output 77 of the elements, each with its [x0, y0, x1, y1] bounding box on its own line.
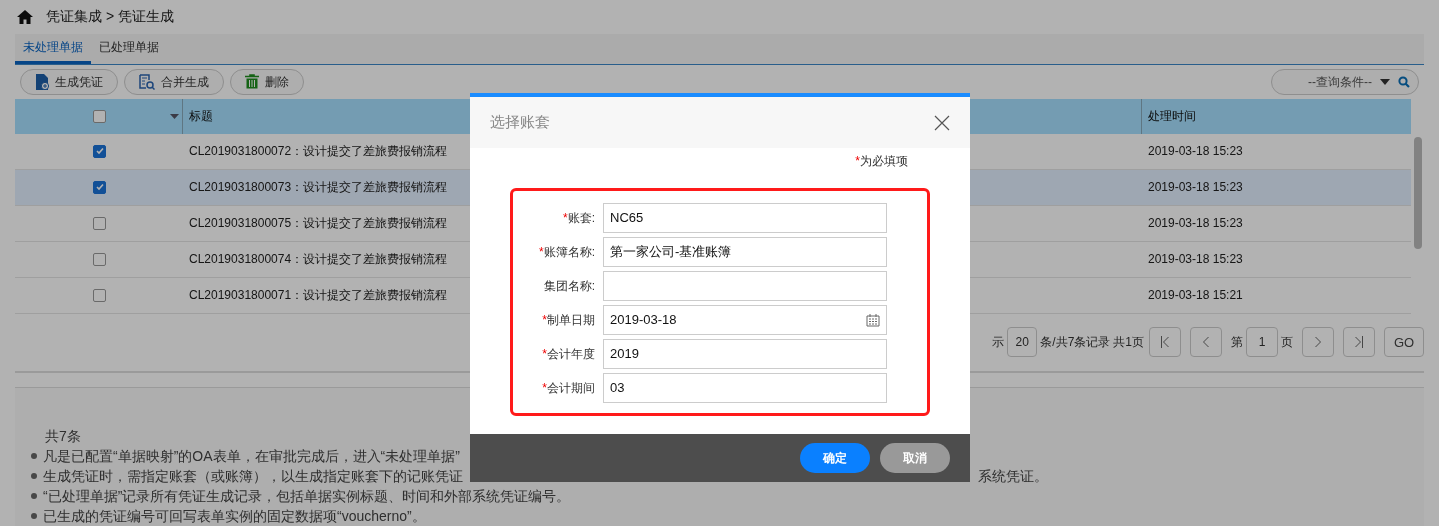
- toolbar-button[interactable]: 合并生成: [124, 68, 224, 95]
- document-plus-icon: [35, 73, 49, 90]
- table-cell-text: 2019-03-18 15:23: [1147, 179, 1244, 197]
- field-label: *账套:: [562, 210, 596, 227]
- input-field[interactable]: 2019: [603, 339, 887, 369]
- column-header: 处理时间: [1147, 108, 1197, 126]
- input-field[interactable]: NC65: [603, 203, 887, 233]
- caret-icon: [1380, 78, 1390, 85]
- required-note: *为必填项: [855, 153, 908, 170]
- sort-caret-icon[interactable]: [170, 113, 179, 119]
- row-checkbox[interactable]: [93, 144, 106, 158]
- field-label: *会计年度: [541, 346, 596, 363]
- tab[interactable]: 未处理单据: [15, 32, 91, 64]
- row-checkbox[interactable]: [93, 216, 106, 230]
- page-prefix: 第: [1231, 334, 1243, 352]
- previous-page-button[interactable]: [1190, 327, 1222, 358]
- page-count: 共1页: [1113, 334, 1144, 352]
- field-label: *账簿名称:: [538, 244, 596, 261]
- table-cell-text: CL2019031800074：设计提交了差旅费报销流程: [189, 251, 448, 269]
- last-page-icon: [1354, 336, 1364, 349]
- field-label: *会计期间: [541, 380, 596, 397]
- field-label: *制单日期: [541, 312, 596, 329]
- page-suffix: 页: [1281, 334, 1293, 352]
- input-field[interactable]: [603, 271, 887, 301]
- table-cell-text: CL2019031800071：设计提交了差旅费报销流程: [189, 287, 448, 305]
- table-cell-text: 2019-03-18 15:23: [1147, 143, 1244, 161]
- confirm-button[interactable]: 确定: [800, 443, 870, 473]
- table-cell-text: 2019-03-18 15:21: [1147, 287, 1244, 305]
- close-icon[interactable]: [934, 114, 950, 131]
- toolbar-button[interactable]: 生成凭证: [20, 68, 118, 95]
- calendar-icon[interactable]: [866, 313, 880, 327]
- bullet-icon: [31, 453, 37, 459]
- search-icon[interactable]: [1398, 75, 1410, 88]
- table-cell-text: CL2019031800072：设计提交了差旅费报销流程: [189, 143, 448, 161]
- note-text: 已生成的凭证编号可回写表单实例的固定数据项“voucherno”。: [43, 507, 426, 526]
- query-select[interactable]: --查询条件--: [1271, 68, 1419, 95]
- document-search-icon: [139, 73, 155, 90]
- record-count: 共7条: [45, 427, 82, 446]
- note-text: 凡是已配置“单据映射”的OA表单，在审批完成后，进入“未处理单据”: [43, 447, 460, 466]
- input-field[interactable]: 第一家公司-基准账簿: [603, 237, 887, 267]
- table-cell-text: 2019-03-18 15:23: [1147, 251, 1244, 269]
- go-button[interactable]: GO: [1384, 327, 1424, 358]
- row-checkbox[interactable]: [93, 288, 106, 302]
- record-summary: 条/共7条记录: [1040, 334, 1111, 352]
- field-label: 集团名称:: [542, 278, 596, 295]
- bullet-icon: [31, 493, 37, 499]
- tab[interactable]: 已处理单据: [91, 32, 167, 64]
- note-text: “已处理单据”记录所有凭证生成记录，包括单据实例标题、时间和外部系统凭证编号。: [43, 487, 571, 506]
- chevron-left-icon: [1202, 336, 1210, 349]
- date-field[interactable]: 2019-03-18: [603, 305, 887, 335]
- row-checkbox[interactable]: [93, 252, 106, 266]
- select-all-checkbox[interactable]: [93, 109, 106, 123]
- input-field[interactable]: 03: [603, 373, 887, 403]
- table-cell-text: 2019-03-18 15:23: [1147, 215, 1244, 233]
- page-size-field[interactable]: 20: [1007, 327, 1038, 358]
- next-page-button[interactable]: [1302, 327, 1334, 358]
- dialog-title: 选择账套: [490, 112, 550, 133]
- first-page-icon: [1160, 336, 1170, 349]
- check-icon: [94, 146, 105, 157]
- home-icon[interactable]: [16, 8, 34, 25]
- bullet-icon: [31, 473, 37, 479]
- check-icon: [94, 182, 105, 193]
- table-cell-text: CL2019031800073：设计提交了差旅费报销流程: [189, 179, 448, 197]
- toolbar-button[interactable]: 删除: [230, 68, 304, 95]
- scrollbar-thumb[interactable]: [1414, 136, 1422, 249]
- first-page-button[interactable]: [1149, 327, 1181, 358]
- chevron-right-icon: [1314, 336, 1322, 349]
- table-cell-text: CL2019031800075：设计提交了差旅费报销流程: [189, 215, 448, 233]
- bullet-icon: [31, 513, 37, 519]
- page-size-label: 示: [992, 334, 1005, 352]
- row-checkbox[interactable]: [93, 180, 106, 194]
- note-text: 生成凭证时，需指定账套（或账簿），以生成指定账套下的记账凭证: [43, 467, 463, 486]
- trash-icon: [245, 74, 259, 90]
- page-number-field[interactable]: 1: [1246, 327, 1278, 358]
- last-page-button[interactable]: [1343, 327, 1375, 358]
- note-text: 系统凭证。: [978, 467, 1048, 486]
- breadcrumb: 凭证集成 > 凭证生成: [46, 7, 174, 27]
